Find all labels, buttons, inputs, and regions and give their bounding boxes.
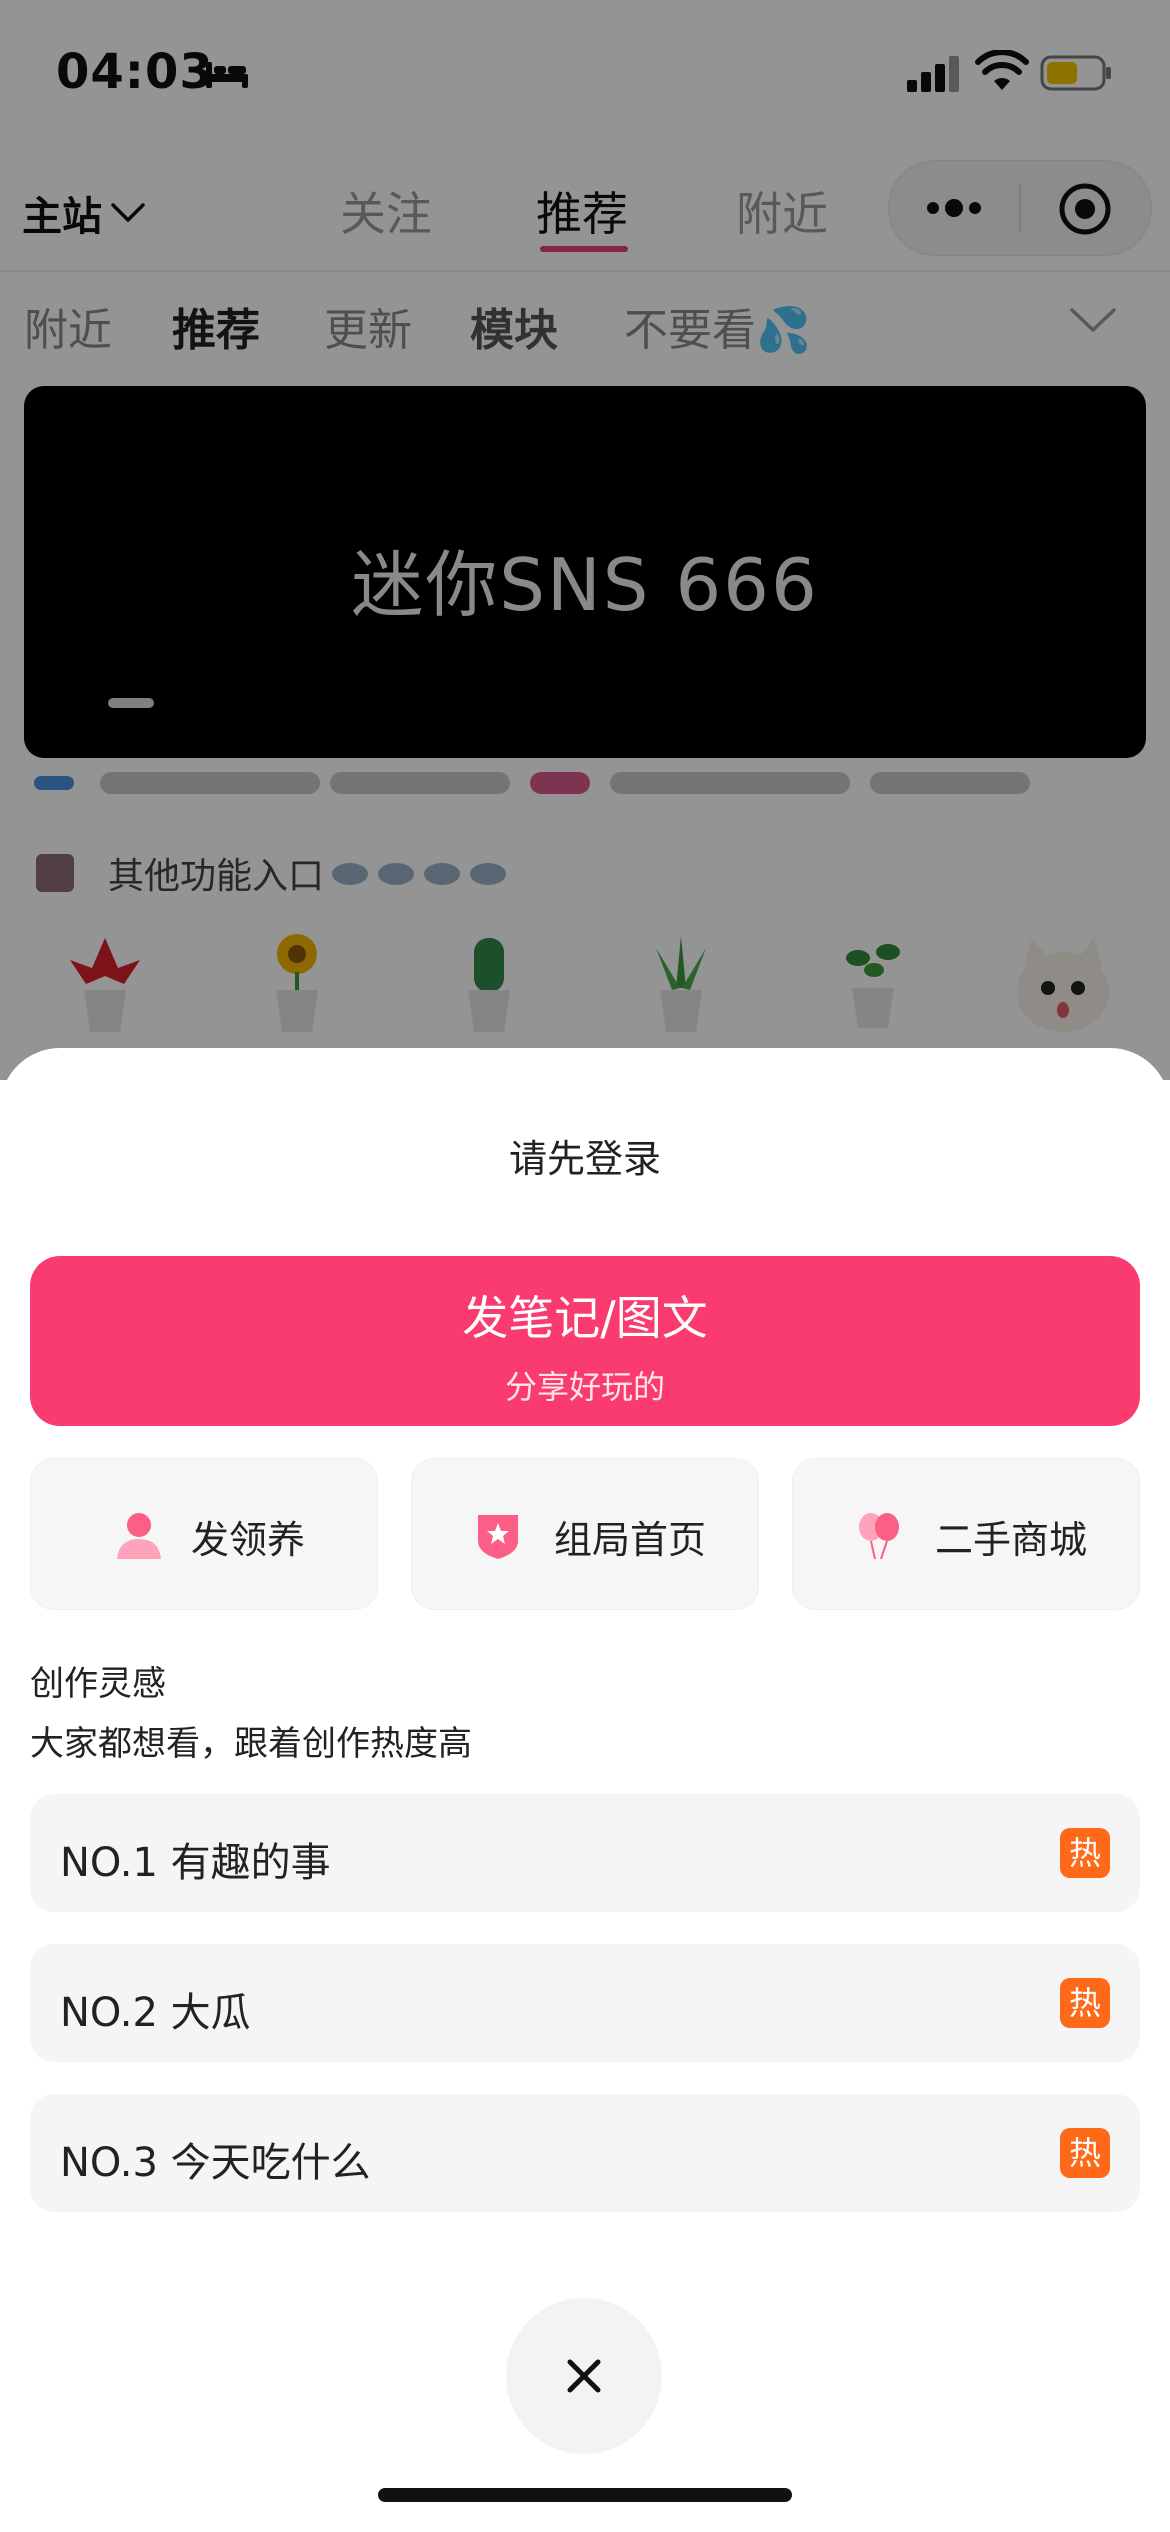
modal-backdrop[interactable] [0, 0, 1170, 1080]
secondhand-mall-label: 二手商城 [935, 1518, 1088, 1562]
post-button-title: 发笔记/图文 [462, 1291, 708, 1345]
close-icon [567, 2359, 601, 2393]
hot-badge: 热 [1060, 2128, 1110, 2178]
home-indicator[interactable] [378, 2488, 792, 2502]
group-home-button[interactable]: 组局首页 [411, 1458, 759, 1610]
secondhand-mall-button[interactable]: 二手商城 [792, 1458, 1140, 1610]
hot-badge: 热 [1060, 1828, 1110, 1878]
hot-badge: 热 [1060, 1978, 1110, 2028]
publish-sheet: 请先登录 发笔记/图文 分享好玩的 发领养 组局首页 二手商城 创作灵感 大家都… [0, 1048, 1170, 2532]
topic-label: NO.2 大瓜 [60, 1990, 251, 2036]
topic-item[interactable]: NO.2 大瓜 热 [30, 1944, 1140, 2062]
post-button-subtitle: 分享好玩的 [504, 1368, 665, 1406]
adoption-post-button[interactable]: 发领养 [30, 1458, 378, 1610]
adoption-post-label: 发领养 [191, 1518, 306, 1562]
topic-label: NO.3 今天吃什么 [60, 2140, 371, 2186]
inspiration-subtitle: 大家都想看，跟着创作热度高 [30, 1724, 472, 1764]
topic-item[interactable]: NO.3 今天吃什么 热 [30, 2094, 1140, 2212]
sheet-title: 请先登录 [508, 1137, 661, 1181]
balloons-icon [859, 1513, 899, 1560]
close-sheet-button[interactable] [506, 2298, 662, 2454]
background-app: 04:03 主站 关注 推荐 附近 附近 推荐 更新 模块 不要看💦 迷你SNS… [0, 0, 1170, 1080]
group-home-label: 组局首页 [554, 1518, 707, 1562]
post-note-button[interactable]: 发笔记/图文 分享好玩的 [30, 1256, 1140, 1426]
topic-label: NO.1 有趣的事 [60, 1840, 331, 1886]
topic-item[interactable]: NO.1 有趣的事 热 [30, 1794, 1140, 1912]
inspiration-title: 创作灵感 [30, 1664, 166, 1704]
star-shield-icon [478, 1515, 518, 1559]
person-icon [117, 1513, 161, 1559]
